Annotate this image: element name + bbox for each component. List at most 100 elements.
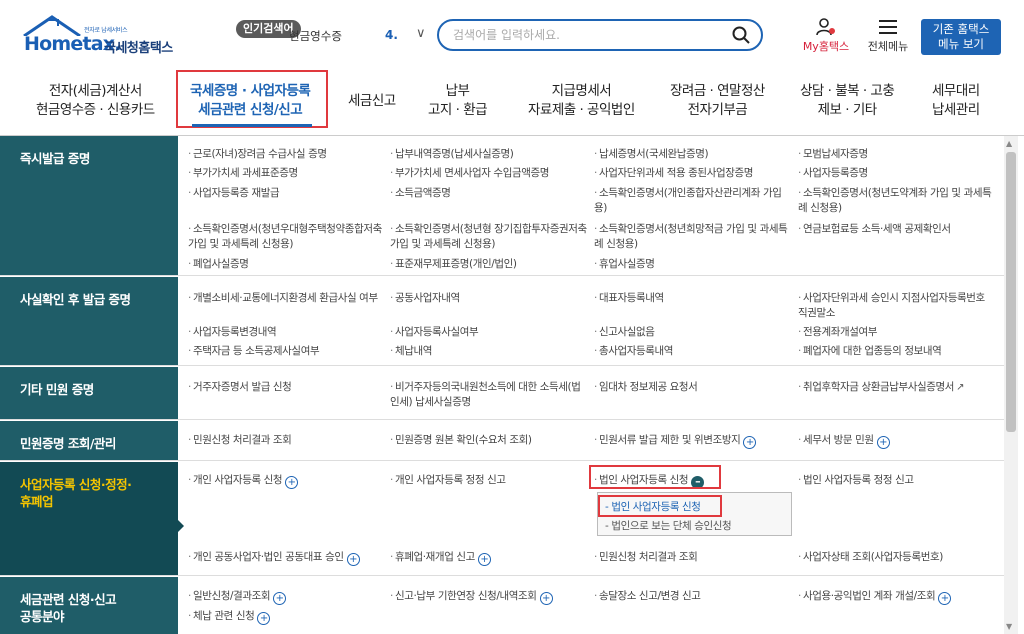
logo-agency: 국세청홈택스: [104, 41, 173, 56]
menu-item[interactable]: 공동사업자내역: [390, 291, 588, 306]
hamburger-menu-icon: [879, 20, 897, 34]
section-civil-inquiry: 민원증명 조회/관리 민원신청 처리결과 조회 민원증명 원본 확인(수요처 조…: [0, 421, 1010, 461]
section-title: 사실확인 후 발급 증명: [0, 277, 178, 365]
section-title: 민원증명 조회/관리: [0, 421, 178, 460]
menu-item[interactable]: 소득확인증명서(청년우대형주택청약종합저축 가입 및 과세특례 신청용): [188, 222, 386, 252]
menu-item[interactable]: 개인 사업자등록 신청+: [188, 473, 386, 489]
menu-item[interactable]: 사업자상태 조회(사업자등록번호): [798, 550, 996, 565]
menu-item[interactable]: 연금보험료등 소득·세액 공제확인서: [798, 222, 996, 237]
menu-item[interactable]: 사업자단위과세 승인시 지점사업자등록번호 직권말소: [798, 291, 996, 321]
menu-item[interactable]: 개인 공동사업자·법인 공동대표 승인+: [188, 550, 386, 566]
menu-item[interactable]: 체납내역: [390, 344, 588, 359]
menu-item[interactable]: 송달장소 신고/변경 신고: [594, 589, 792, 604]
gnb-payment-statement[interactable]: 지급명세서 자료제출 · 공익법인: [528, 82, 635, 120]
search-input[interactable]: [453, 26, 723, 44]
menu-item[interactable]: 세무서 방문 민원+: [798, 433, 996, 449]
my-hometax-label: My홈택스: [802, 40, 850, 53]
popular-search-rank[interactable]: 4.: [385, 28, 398, 42]
menu-item[interactable]: 부가가치세 과세표준증명: [188, 166, 386, 181]
menu-item[interactable]: 부가가치세 면세사업자 수입금액증명: [390, 166, 588, 181]
main-navigation: 전자(세금)계산서 현금영수증 · 신용카드 국세증명 · 사업자등록 세금관련 신…: [0, 66, 1024, 136]
gnb-tax-filing[interactable]: 세금신고: [348, 92, 396, 111]
menu-item[interactable]: 폐업자에 대한 업종등의 정보내역: [798, 344, 996, 359]
expand-plus-icon[interactable]: +: [346, 553, 360, 566]
gnb-e-invoice[interactable]: 전자(세금)계산서 현금영수증 · 신용카드: [36, 82, 155, 120]
menu-item[interactable]: 사업용·공익법인 계좌 개설/조회+: [798, 589, 996, 605]
menu-item[interactable]: 대표자등록내역: [594, 291, 792, 306]
menu-item[interactable]: 주택자금 등 소득공제사실여부: [188, 344, 386, 359]
menu-item[interactable]: 휴폐업·재개업 신고+: [390, 550, 588, 566]
menu-item[interactable]: 개별소비세·교통에너지환경세 환급사실 여부: [188, 291, 386, 306]
menu-item[interactable]: 폐업사실증명: [188, 257, 386, 272]
menu-item[interactable]: 신고사실없음: [594, 325, 792, 340]
menu-item[interactable]: 납세증명서(국세완납증명): [594, 147, 792, 162]
menu-item[interactable]: 법인 사업자등록 정정 신고: [798, 473, 996, 488]
menu-item[interactable]: 근로(자녀)장려금 수급사실 증명: [188, 147, 386, 162]
gnb-incentive[interactable]: 장려금 · 연말정산 전자기부금: [670, 82, 765, 120]
expand-plus-icon[interactable]: +: [477, 553, 491, 566]
menu-item[interactable]: 신고·납부 기한연장 신청/내역조회+: [390, 589, 595, 605]
menu-item[interactable]: 사업자등록사실여부: [390, 325, 588, 340]
menu-item[interactable]: 사업자등록증 재발급: [188, 186, 386, 201]
gnb-consultation[interactable]: 상담 · 불복 · 고충 제보 · 기타: [800, 82, 895, 120]
section-instant-issue: 즉시발급 증명 근로(자녀)장려금 수급사실 증명 납부내역증명(납세사실증명)…: [0, 136, 1010, 276]
scrollbar-thumb[interactable]: [1006, 152, 1016, 432]
my-hometax-button[interactable]: My홈택스: [800, 18, 852, 56]
menu-item[interactable]: 모범납세자증명: [798, 147, 996, 162]
menu-item[interactable]: 표준재무제표증명(개인/법인): [390, 257, 588, 272]
submenu-corp-entity-approval[interactable]: - 법인으로 보는 단체 승인신청: [605, 518, 732, 533]
menu-item[interactable]: 일반신청/결과조회+: [188, 589, 386, 605]
menu-item[interactable]: 거주자증명서 발급 신청: [188, 380, 386, 395]
menu-item[interactable]: 전용계좌개설여부: [798, 325, 996, 340]
section-verified-issue: 사실확인 후 발급 증명 개별소비세·교통에너지환경세 환급사실 여부 공동사업…: [0, 277, 1010, 366]
expand-plus-icon[interactable]: +: [876, 436, 890, 449]
chevron-down-icon[interactable]: ∨: [416, 26, 426, 41]
menu-item[interactable]: 체납 관련 신청+: [188, 609, 386, 625]
expand-plus-icon[interactable]: +: [257, 612, 271, 625]
menu-item[interactable]: 민원서류 발급 제한 및 위변조방지+: [594, 433, 792, 449]
classic-hometax-button[interactable]: 기존 홈택스 메뉴 보기: [921, 19, 1001, 55]
classic-btn-line1: 기존 홈택스: [932, 22, 990, 36]
expand-plus-icon[interactable]: +: [273, 592, 287, 605]
menu-item[interactable]: 소득확인증명서(청년희망적금 가입 및 과세특례 신청용): [594, 222, 792, 252]
menu-item[interactable]: 소득확인증명서(청년도약계좌 가입 및 과세특례 신청용): [798, 186, 996, 216]
menu-item[interactable]: 휴업사실증명: [594, 257, 792, 272]
gnb-payment[interactable]: 납부 고지 · 환급: [428, 82, 488, 120]
menu-item[interactable]: 소득금액증명: [390, 186, 588, 201]
expand-plus-icon[interactable]: +: [285, 476, 299, 489]
menu-item[interactable]: 납부내역증명(납세사실증명): [390, 147, 588, 162]
all-menu-button[interactable]: 전체메뉴: [860, 18, 916, 56]
highlight-corp-registration: [589, 465, 721, 489]
menu-item[interactable]: 소득확인증명서(청년형 장기집합투자증권저축 가입 및 과세특례 신청용): [390, 222, 588, 252]
user-icon: [816, 18, 835, 36]
section-tax-common: 세금관련 신청·신고 공통분야 일반신청/결과조회+ 신고·납부 기한연장 신청…: [0, 577, 1010, 634]
gnb-highlight-box: [176, 70, 328, 128]
menu-item[interactable]: 사업자등록증명: [798, 166, 996, 181]
menu-item[interactable]: 사업자단위과세 적용 종된사업장증명: [594, 166, 792, 181]
menu-item[interactable]: 개인 사업자등록 정정 신고: [390, 473, 588, 488]
section-title: 기타 민원 증명: [0, 367, 178, 419]
expand-plus-icon[interactable]: +: [938, 592, 952, 605]
header: 전자로 납세서비스 Hometax. 국세청홈택스 인기검색어 현금영수증 4.…: [0, 0, 1024, 66]
hometax-logo[interactable]: 전자로 납세서비스 Hometax. 국세청홈택스: [20, 14, 190, 56]
menu-item[interactable]: 취업후학자금 상환금납부사실증명서↗: [798, 380, 1003, 395]
all-menu-label: 전체메뉴: [867, 40, 909, 53]
menu-item[interactable]: 민원신청 처리결과 조회: [188, 433, 386, 448]
search-icon[interactable]: [731, 25, 751, 45]
menu-item[interactable]: 사업자등록변경내역: [188, 325, 386, 340]
scroll-up-icon[interactable]: ▲: [1006, 139, 1012, 148]
expand-plus-icon[interactable]: +: [539, 592, 553, 605]
popular-search-term[interactable]: 현금영수증: [289, 28, 342, 44]
menu-item[interactable]: 비거주자등의국내원천소득에 대한 소득세(법인세) 납세사실증명: [390, 380, 588, 410]
menu-item[interactable]: 민원신청 처리결과 조회: [594, 550, 792, 565]
menu-item[interactable]: 소득확인증명서(개인종합자산관리계좌 가입용): [594, 186, 792, 216]
section-title: 사업자등록 신청·정정· 휴폐업: [0, 462, 184, 575]
section-business-registration: 사업자등록 신청·정정· 휴폐업 개인 사업자등록 신청+ 개인 사업자등록 정…: [0, 462, 1010, 576]
menu-item[interactable]: 총사업자등록내역: [594, 344, 792, 359]
section-title: 즉시발급 증명: [0, 136, 178, 275]
menu-item[interactable]: 민원증명 원본 확인(수요처 조회): [390, 433, 588, 448]
menu-item[interactable]: 임대차 정보제공 요청서: [594, 380, 792, 395]
expand-plus-icon[interactable]: +: [743, 436, 757, 449]
gnb-tax-agent[interactable]: 세무대리 납세관리: [932, 82, 980, 120]
scroll-down-icon[interactable]: ▼: [1006, 622, 1012, 631]
